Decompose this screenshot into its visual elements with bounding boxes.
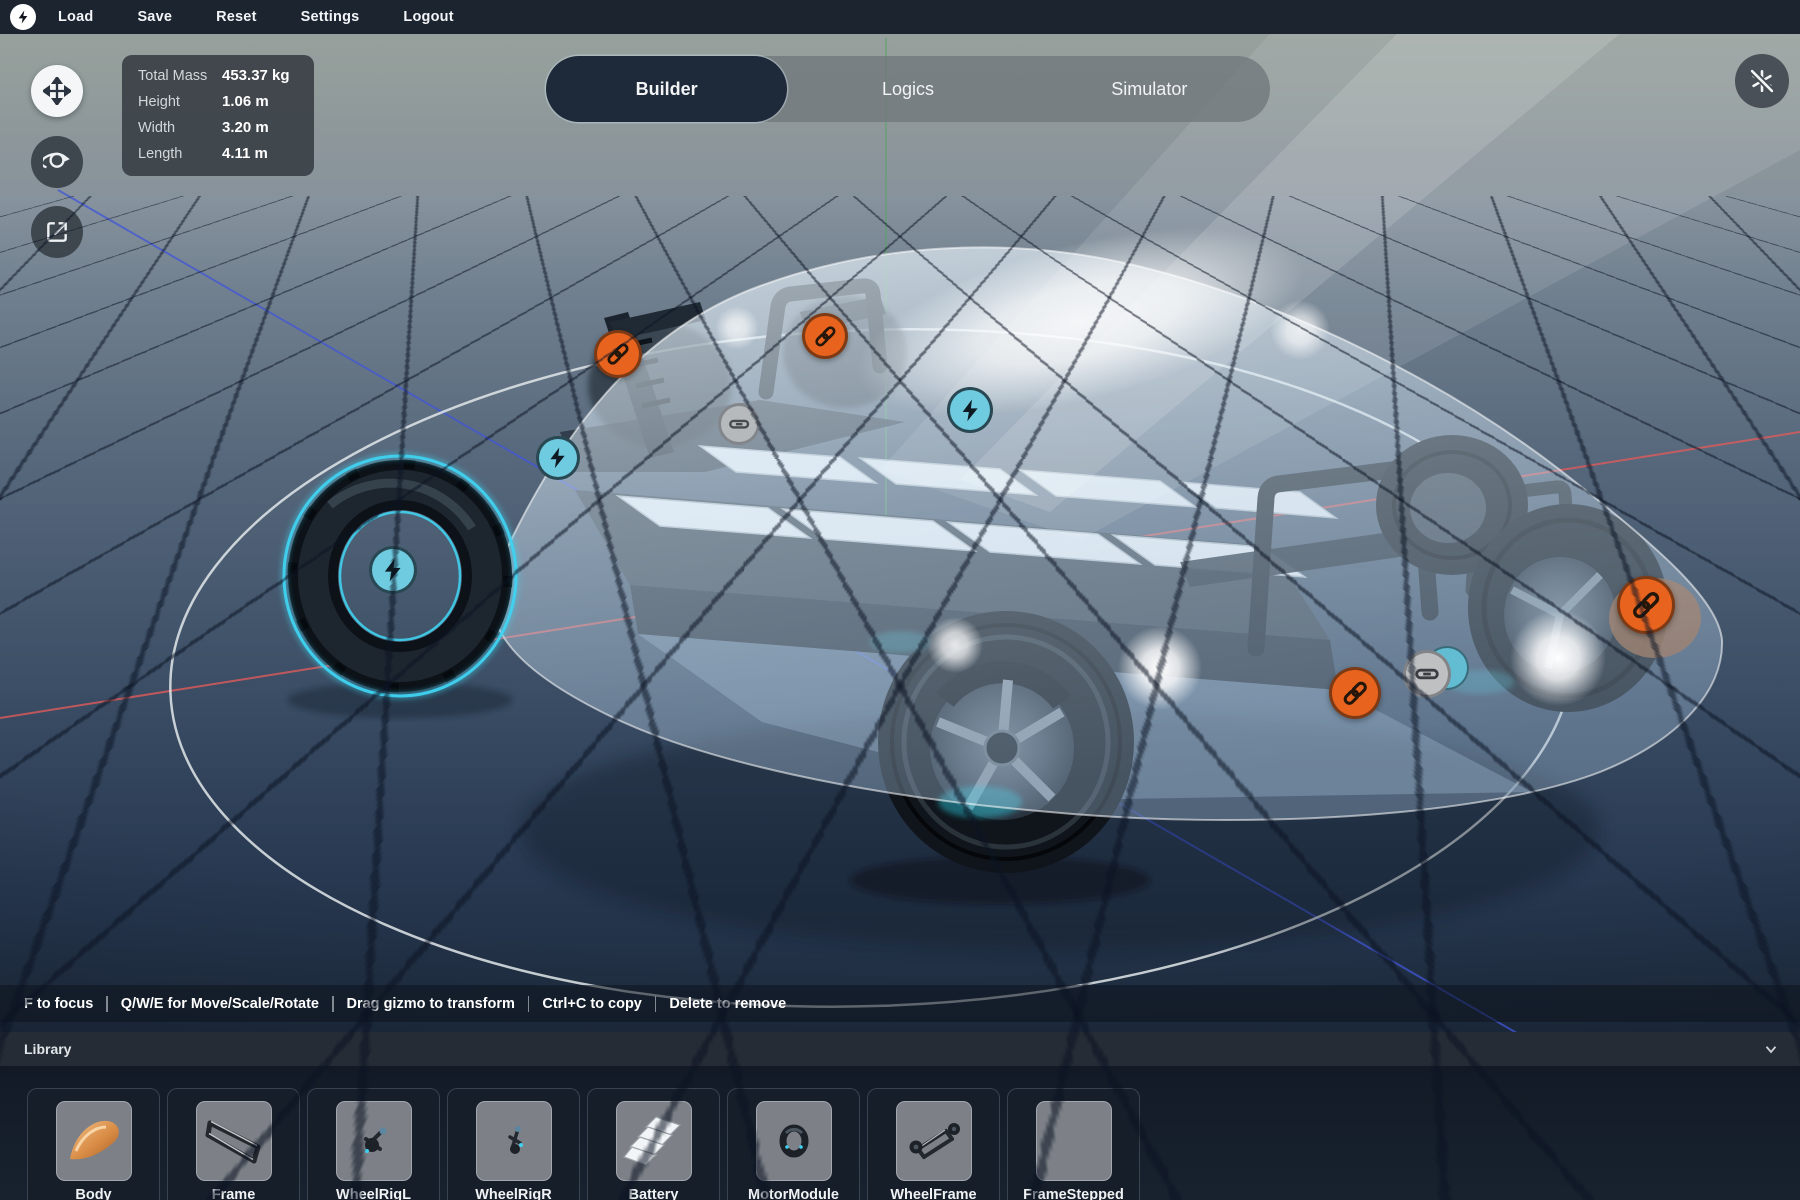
- stat-value: 4.11 m: [222, 145, 300, 162]
- library-item-label: FrameStepped: [1023, 1187, 1124, 1200]
- menu-item-settings[interactable]: Settings: [301, 9, 360, 25]
- hint-separator: [332, 996, 334, 1012]
- library-item-body[interactable]: Body: [27, 1088, 160, 1200]
- dimensions-panel: Total Mass 453.37 kg Height 1.06 m Width…: [122, 55, 314, 176]
- framestepped-thumbnail: [1036, 1101, 1112, 1181]
- library-item-label: WheelFrame: [890, 1187, 976, 1200]
- motormodule-thumbnail: [756, 1101, 832, 1181]
- menu-item-reset[interactable]: Reset: [216, 9, 257, 25]
- stat-row-total-mass: Total Mass 453.37 kg: [138, 67, 300, 84]
- library-item-wheelrigr[interactable]: WheelRigR: [447, 1088, 580, 1200]
- stat-value: 1.06 m: [222, 93, 300, 110]
- library-item-label: Battery: [629, 1187, 679, 1200]
- library-item-motormodule[interactable]: MotorModule: [727, 1088, 860, 1200]
- snap-toggle-button[interactable]: [1735, 54, 1789, 108]
- attach-point-power-wheel[interactable]: [369, 546, 417, 594]
- library-item-frame[interactable]: Frame: [167, 1088, 300, 1200]
- attach-point-power-2[interactable]: [947, 387, 993, 433]
- move-tool-button[interactable]: [31, 65, 83, 117]
- hotkey-hints-bar: F to focus Q/W/E for Move/Scale/Rotate D…: [0, 985, 1800, 1022]
- attach-point-link-disabled-2[interactable]: [1403, 650, 1451, 698]
- library-title: Library: [24, 1041, 71, 1057]
- library-item-framestepped[interactable]: FrameStepped: [1007, 1088, 1140, 1200]
- library-item-wheelrigl[interactable]: WheelRigL: [307, 1088, 440, 1200]
- attach-point-link-1[interactable]: [594, 330, 642, 378]
- hint-focus: F to focus: [24, 996, 93, 1012]
- attach-point-power-1[interactable]: [536, 436, 580, 480]
- hint-separator: [106, 996, 108, 1012]
- library-header[interactable]: Library: [0, 1032, 1800, 1066]
- tab-simulator[interactable]: Simulator: [1029, 56, 1270, 122]
- rotate-icon: [43, 148, 71, 176]
- menu-item-logout[interactable]: Logout: [403, 9, 453, 25]
- move-icon: [43, 77, 71, 105]
- library-item-label: Frame: [212, 1187, 256, 1200]
- attach-point-link-4[interactable]: [1329, 667, 1381, 719]
- library-item-label: Body: [75, 1187, 111, 1200]
- library-item-battery[interactable]: Battery: [587, 1088, 720, 1200]
- library-item-label: MotorModule: [748, 1187, 839, 1200]
- viewport-3d[interactable]: Load Save Reset Settings Logout Total Ma…: [0, 0, 1800, 1200]
- library-panel: Body Frame: [0, 1066, 1800, 1200]
- hint-copy: Ctrl+C to copy: [542, 996, 642, 1012]
- attach-point-link-disabled-1[interactable]: [718, 403, 760, 445]
- scale-export-icon: [44, 219, 70, 245]
- snap-off-icon: [1748, 67, 1776, 95]
- stat-label: Width: [138, 120, 222, 136]
- body-thumbnail: [56, 1101, 132, 1181]
- library-card-row: Body Frame: [27, 1088, 1140, 1200]
- tab-builder[interactable]: Builder: [546, 56, 787, 122]
- stat-label: Height: [138, 94, 222, 110]
- tab-logics[interactable]: Logics: [787, 56, 1028, 122]
- menu-item-save[interactable]: Save: [137, 9, 172, 25]
- library-item-wheelframe[interactable]: WheelFrame: [867, 1088, 1000, 1200]
- attach-point-link-3[interactable]: [1617, 576, 1675, 634]
- stat-label: Length: [138, 146, 222, 162]
- app-logo-bolt-icon[interactable]: [10, 4, 36, 30]
- mode-tabs: Builder Logics Simulator: [546, 56, 1270, 122]
- rotate-tool-button[interactable]: [31, 136, 83, 188]
- stat-row-length: Length 4.11 m: [138, 145, 300, 162]
- library-item-label: WheelRigR: [475, 1187, 552, 1200]
- library-item-label: WheelRigL: [336, 1187, 411, 1200]
- hint-separator: [655, 996, 657, 1012]
- wheelframe-thumbnail: [896, 1101, 972, 1181]
- chevron-down-icon[interactable]: [1762, 1040, 1780, 1058]
- stat-row-width: Width 3.20 m: [138, 119, 300, 136]
- hint-move-scale-rotate: Q/W/E for Move/Scale/Rotate: [121, 996, 319, 1012]
- menu-item-load[interactable]: Load: [58, 9, 93, 25]
- stat-label: Total Mass: [138, 68, 222, 84]
- scale-tool-button[interactable]: [31, 206, 83, 258]
- stat-value: 3.20 m: [222, 119, 300, 136]
- stat-value: 453.37 kg: [222, 67, 300, 84]
- hint-separator: [528, 996, 530, 1012]
- frame-thumbnail: [196, 1101, 272, 1181]
- hint-delete: Delete to remove: [669, 996, 786, 1012]
- battery-thumbnail: [616, 1101, 692, 1181]
- stat-row-height: Height 1.06 m: [138, 93, 300, 110]
- attach-point-link-2[interactable]: [802, 313, 848, 359]
- wheelrigl-thumbnail: [336, 1101, 412, 1181]
- top-menubar: Load Save Reset Settings Logout: [0, 0, 1800, 34]
- hint-drag-gizmo: Drag gizmo to transform: [347, 996, 515, 1012]
- wheelrigr-thumbnail: [476, 1101, 552, 1181]
